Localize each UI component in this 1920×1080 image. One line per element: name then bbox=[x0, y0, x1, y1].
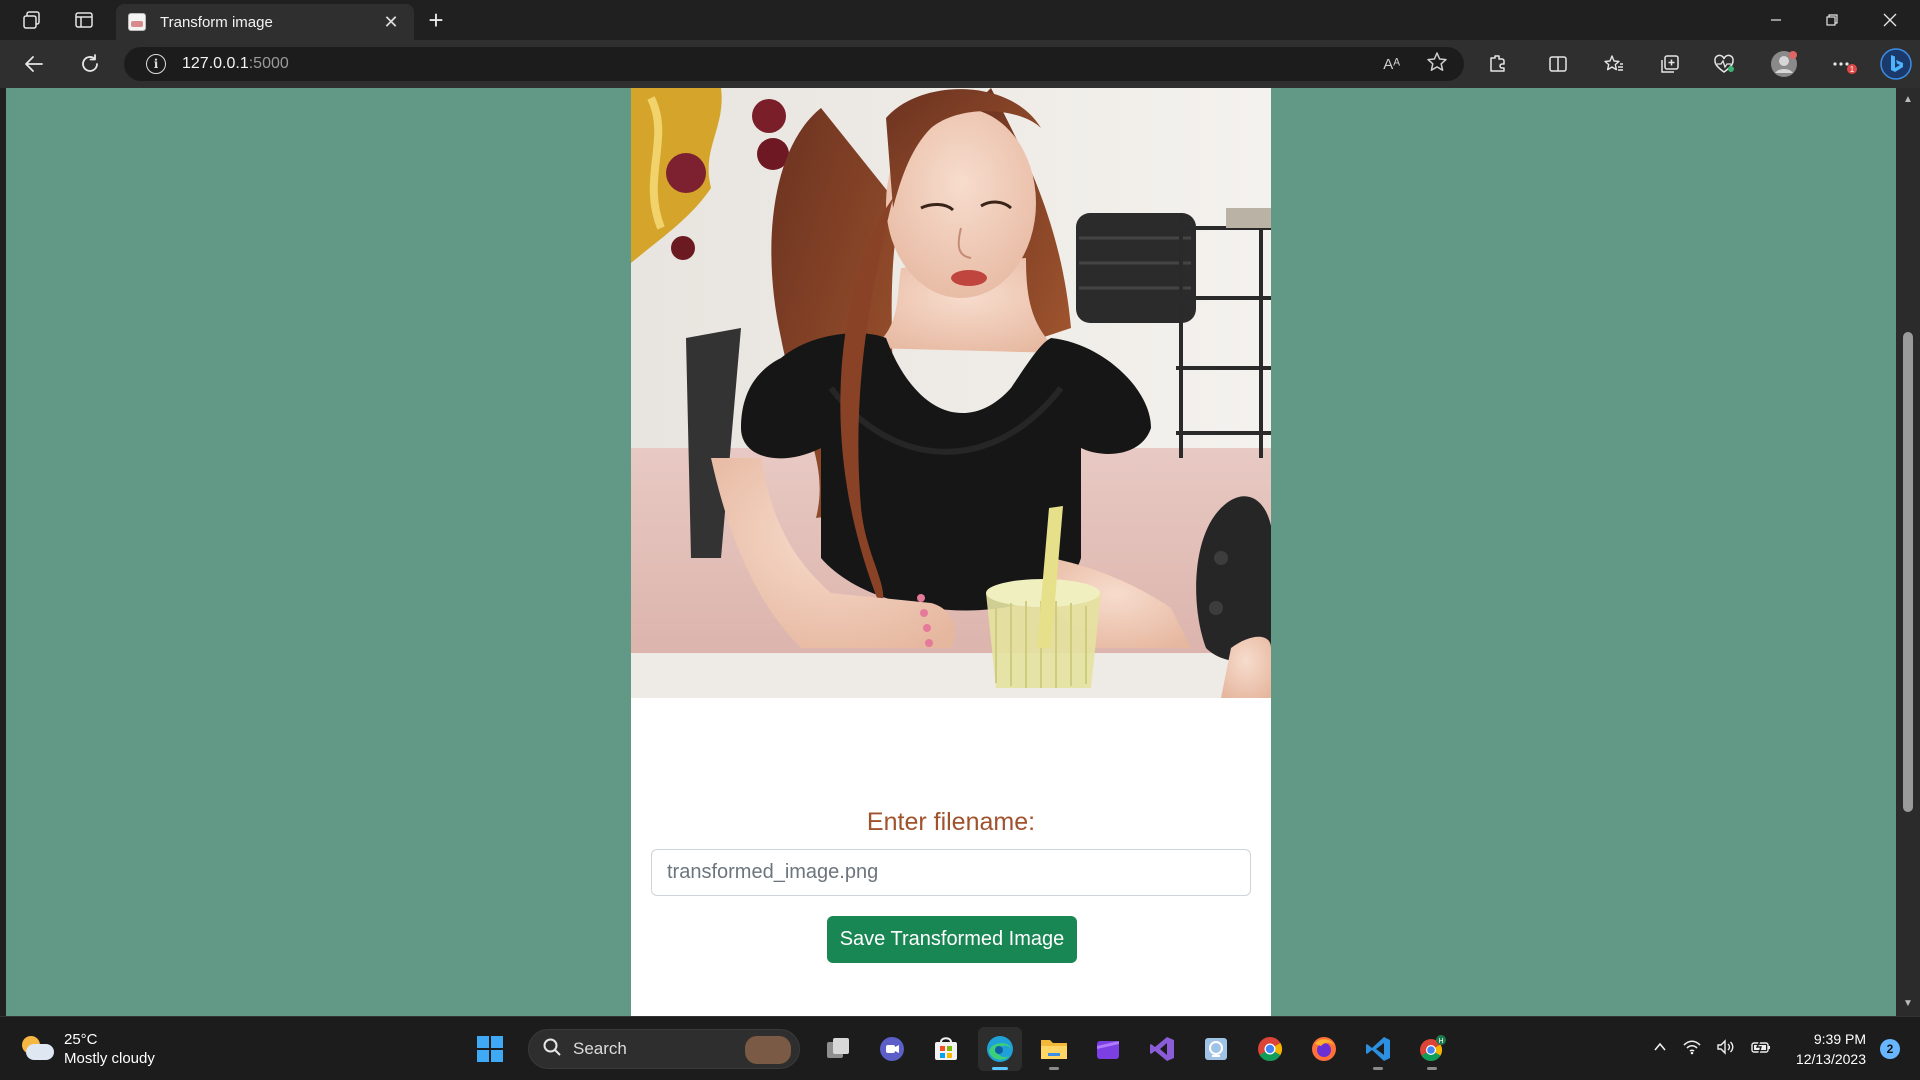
vscode-icon[interactable] bbox=[1356, 1027, 1400, 1071]
tab-title: Transform image bbox=[160, 13, 273, 31]
close-window-icon[interactable] bbox=[1862, 0, 1918, 40]
chrome-profile-icon[interactable]: H bbox=[1410, 1027, 1454, 1071]
restore-icon[interactable] bbox=[1804, 0, 1860, 40]
svg-text:1: 1 bbox=[1850, 65, 1855, 74]
chrome-icon[interactable] bbox=[1248, 1027, 1292, 1071]
visual-studio-icon[interactable] bbox=[1140, 1027, 1184, 1071]
weather-description: Mostly cloudy bbox=[64, 1050, 155, 1067]
system-clock[interactable]: 9:39 PM 12/13/2023 bbox=[1796, 1029, 1866, 1069]
browser-toolbar: i 127.0.0.1:5000 Aᴬ 1 bbox=[0, 40, 1920, 88]
search-label: Search bbox=[573, 1039, 627, 1058]
close-tab-icon[interactable]: ✕ bbox=[380, 11, 402, 33]
search-highlight-image bbox=[745, 1036, 791, 1064]
scroll-down-arrow-icon[interactable]: ▼ bbox=[1902, 998, 1914, 1010]
system-tray: 9:39 PM 12/13/2023 2 bbox=[1652, 1017, 1900, 1080]
split-screen-icon[interactable] bbox=[1540, 48, 1576, 80]
windows-taskbar: 25°C Mostly cloudy Search H 9:39 PM 12/1… bbox=[0, 1016, 1920, 1080]
clipchamp-icon[interactable] bbox=[1086, 1027, 1130, 1071]
weather-widget[interactable]: 25°C Mostly cloudy bbox=[20, 1030, 155, 1068]
scroll-up-arrow-icon[interactable]: ▲ bbox=[1902, 94, 1914, 106]
battery-icon[interactable] bbox=[1750, 1039, 1772, 1060]
new-tab-button[interactable]: + bbox=[420, 4, 452, 36]
task-view-icon[interactable] bbox=[816, 1027, 860, 1071]
remote-desktop-icon[interactable] bbox=[1194, 1027, 1238, 1071]
workspaces-icon[interactable] bbox=[8, 0, 56, 40]
scrollbar-thumb[interactable] bbox=[1903, 332, 1913, 812]
microsoft-store-icon[interactable] bbox=[924, 1027, 968, 1071]
partly-cloudy-icon bbox=[20, 1034, 54, 1064]
url-port: :5000 bbox=[248, 55, 289, 72]
firefox-icon[interactable] bbox=[1302, 1027, 1346, 1071]
browser-essentials-icon[interactable] bbox=[1706, 48, 1742, 80]
tab-transform-image[interactable]: Transform image ✕ bbox=[116, 4, 414, 40]
back-arrow-icon[interactable] bbox=[16, 48, 52, 80]
weather-temperature: 25°C bbox=[64, 1031, 98, 1048]
more-options-icon[interactable]: 1 bbox=[1826, 48, 1862, 80]
page-scrollbar[interactable]: ▲ ▼ bbox=[1896, 88, 1920, 1016]
filename-input[interactable] bbox=[651, 849, 1251, 896]
url-host: 127.0.0.1 bbox=[182, 55, 249, 72]
filename-label: Enter filename: bbox=[866, 808, 1036, 836]
transformed-image bbox=[631, 88, 1271, 698]
browser-titlebar: Transform image ✕ + bbox=[0, 0, 1920, 40]
taskbar-search-box[interactable]: Search bbox=[528, 1029, 800, 1069]
refresh-icon[interactable] bbox=[72, 48, 108, 80]
copilot-bing-icon[interactable] bbox=[1876, 48, 1916, 80]
windows-start-icon[interactable] bbox=[468, 1027, 512, 1071]
page-favicon-icon bbox=[128, 13, 146, 31]
extensions-icon[interactable] bbox=[1480, 48, 1516, 80]
show-hidden-icons-chevron-icon[interactable] bbox=[1652, 1039, 1668, 1060]
favorite-star-icon[interactable] bbox=[1426, 51, 1448, 77]
clock-date: 12/13/2023 bbox=[1795, 1051, 1866, 1067]
edge-browser-icon[interactable] bbox=[978, 1027, 1022, 1071]
site-info-icon[interactable]: i bbox=[146, 54, 166, 74]
minimize-icon[interactable] bbox=[1748, 0, 1804, 40]
read-aloud-icon[interactable]: Aᴬ bbox=[1383, 56, 1400, 73]
wifi-icon[interactable] bbox=[1682, 1039, 1702, 1060]
volume-icon[interactable] bbox=[1716, 1038, 1736, 1060]
collections-icon[interactable] bbox=[1652, 48, 1688, 80]
svg-text:H: H bbox=[1438, 1038, 1443, 1045]
content-card: Enter filename: Save Transformed Image bbox=[631, 88, 1271, 1016]
teams-chat-icon[interactable] bbox=[870, 1027, 914, 1071]
favorites-icon[interactable] bbox=[1596, 48, 1632, 80]
profile-avatar-icon[interactable] bbox=[1766, 48, 1802, 80]
page-viewport: Enter filename: Save Transformed Image bbox=[6, 88, 1896, 1016]
save-transformed-image-button[interactable]: Save Transformed Image bbox=[827, 916, 1077, 963]
clock-time: 9:39 PM bbox=[1813, 1031, 1866, 1047]
notification-count-badge[interactable]: 2 bbox=[1880, 1039, 1900, 1059]
search-icon bbox=[543, 1038, 561, 1061]
address-bar[interactable]: i 127.0.0.1:5000 Aᴬ bbox=[124, 47, 1464, 81]
url-text[interactable]: 127.0.0.1:5000 bbox=[182, 55, 289, 73]
tab-actions-icon[interactable] bbox=[60, 0, 108, 40]
file-explorer-icon[interactable] bbox=[1032, 1027, 1076, 1071]
